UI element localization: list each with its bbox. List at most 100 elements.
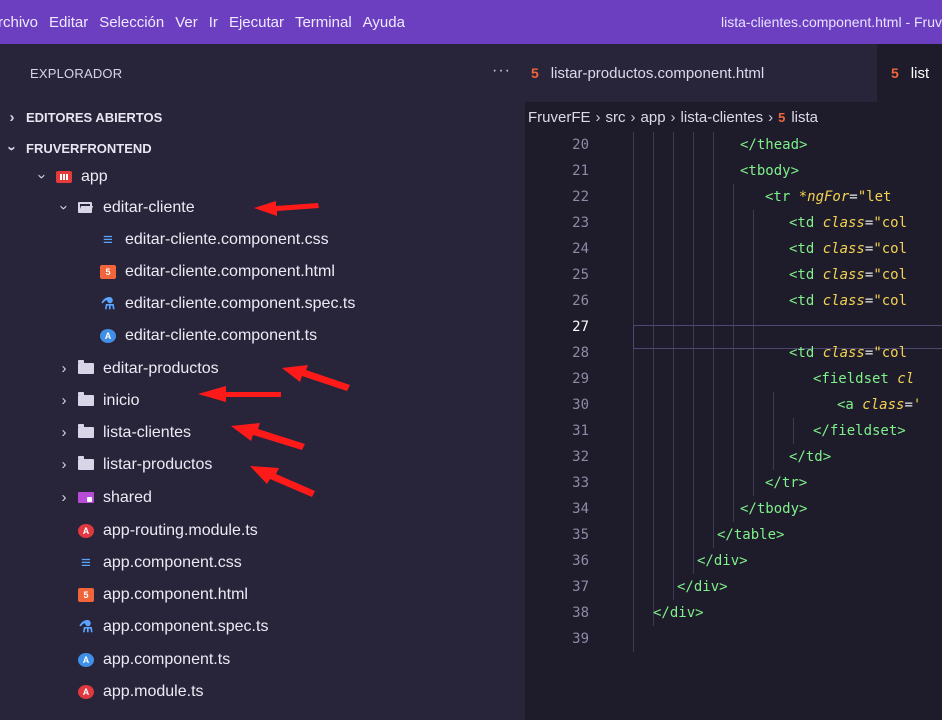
shared-folder-icon	[78, 492, 94, 503]
code-line-26: <td class="col	[789, 293, 908, 309]
line-number: 31	[572, 423, 589, 439]
breadcrumb-item[interactable]: lista	[791, 109, 818, 126]
code-line-38: </div>	[653, 605, 704, 621]
tree-item-lista-clientes[interactable]: › lista-clientes	[0, 417, 525, 448]
line-number-current: 27	[572, 319, 589, 335]
menu-terminal[interactable]: Terminal	[295, 14, 363, 31]
line-number: 20	[572, 137, 589, 153]
section-project[interactable]: › FRUVERFRONTEND	[0, 133, 525, 164]
code-line-28: <td class="col	[789, 345, 908, 361]
line-number: 22	[572, 189, 589, 205]
code-line-34: </tbody>	[740, 501, 808, 517]
explorer-sidebar: EXPLORADOR ··· › EDITORES ABIERTOS › FRU…	[0, 44, 525, 720]
tree-item-label: listar-productos	[103, 455, 213, 473]
menu-ayuda[interactable]: Ayuda	[363, 14, 416, 31]
tab-listar-productos[interactable]: 5 listar-productos.component.html	[531, 44, 764, 102]
chevron-down-icon: ›	[3, 146, 21, 151]
line-number: 35	[572, 527, 589, 543]
tree-item-label: editar-cliente.component.ts	[125, 326, 318, 344]
tree-item-app-html[interactable]: 5 app.component.html	[0, 579, 525, 610]
editor-tabs: 5 listar-productos.component.html 5 list	[525, 44, 942, 102]
tree-item-label: app.module.ts	[103, 682, 204, 700]
tree-item-editar-cliente-spec[interactable]: ⚗ editar-cliente.component.spec.ts	[0, 288, 525, 319]
tree-item-app-spec[interactable]: ⚗ app.component.spec.ts	[0, 611, 525, 642]
tree-item-listar-productos[interactable]: › listar-productos	[0, 449, 525, 480]
folder-icon	[78, 360, 94, 374]
tree-item-inicio[interactable]: › inicio	[0, 385, 525, 416]
code-line-24: <td class="col	[789, 241, 908, 257]
line-number: 36	[572, 553, 589, 569]
line-number: 30	[572, 397, 589, 413]
tree-item-shared[interactable]: › shared	[0, 482, 525, 513]
line-number: 21	[572, 163, 589, 179]
breadcrumb-item[interactable]: app	[641, 109, 666, 126]
tree-item-app[interactable]: › app	[0, 161, 525, 192]
css-file-icon: ≡	[81, 552, 91, 572]
code-line-33: </tr>	[765, 475, 808, 491]
tree-item-app-css[interactable]: ≡ app.component.css	[0, 547, 525, 578]
html-file-icon: 5	[78, 587, 94, 602]
explorer-header: EXPLORADOR ···	[0, 44, 525, 102]
code-editor: 5 listar-productos.component.html 5 list…	[525, 44, 942, 720]
chevron-right-icon: ›	[61, 489, 67, 506]
code-line-20: </thead>	[740, 137, 808, 153]
breadcrumb-item[interactable]: lista-clientes	[681, 109, 764, 126]
menu-ejecutar[interactable]: Ejecutar	[229, 14, 295, 31]
breadcrumb-item[interactable]: FruverFE	[528, 109, 591, 126]
code-area[interactable]: 20 21 22 23 24 25 26 27 28 29 30 31 32 3…	[525, 132, 942, 720]
html-file-icon: 5	[100, 264, 116, 279]
line-number: 33	[572, 475, 589, 491]
code-line-32: </td>	[789, 449, 832, 465]
tree-item-label: editar-cliente.component.spec.ts	[125, 294, 356, 312]
tree-item-label: shared	[103, 488, 152, 506]
tree-item-app-ts[interactable]: A app.component.ts	[0, 644, 525, 675]
tree-item-editar-productos[interactable]: › editar-productos	[0, 353, 525, 384]
section-open-editors[interactable]: › EDITORES ABIERTOS	[0, 102, 525, 133]
tree-item-app-routing[interactable]: A app-routing.module.ts	[0, 515, 525, 546]
code-line-35: </table>	[717, 527, 785, 543]
menu-seleccion[interactable]: Selección	[99, 14, 175, 31]
code-line-36: </div>	[697, 553, 748, 569]
test-flask-icon: ⚗	[78, 618, 94, 636]
tree-item-editar-cliente[interactable]: › editar-cliente	[0, 192, 525, 223]
tree-item-editar-cliente-ts[interactable]: A editar-cliente.component.ts	[0, 320, 525, 351]
tree-item-label: editar-productos	[103, 359, 219, 377]
line-number: 39	[572, 631, 589, 647]
chevron-right-icon: ›	[670, 108, 676, 126]
tree-item-editar-cliente-css[interactable]: ≡ editar-cliente.component.css	[0, 224, 525, 255]
tree-item-label: app.component.ts	[103, 650, 231, 668]
tree-item-editar-cliente-html[interactable]: 5 editar-cliente.component.html	[0, 256, 525, 287]
menu-ver[interactable]: Ver	[175, 14, 209, 31]
line-number: 23	[572, 215, 589, 231]
tree-item-label: app.component.html	[103, 585, 248, 603]
tab-lista-clientes[interactable]: 5 list	[877, 44, 942, 102]
folder-icon	[78, 456, 94, 470]
code-line-37: </div>	[677, 579, 728, 595]
breadcrumb-item[interactable]: src	[606, 109, 626, 126]
section-label: FRUVERFRONTEND	[26, 141, 152, 156]
tree-item-label: app-routing.module.ts	[103, 521, 258, 539]
menu-ir[interactable]: Ir	[209, 14, 229, 31]
more-actions-icon[interactable]: ···	[492, 62, 511, 80]
tab-label: listar-productos.component.html	[550, 64, 765, 82]
angular-component-icon: A	[100, 328, 116, 343]
chevron-right-icon: ›	[61, 360, 67, 377]
chevron-down-icon: ›	[55, 205, 73, 210]
menu-archivo[interactable]: rchivo	[0, 14, 49, 31]
chevron-right-icon: ›	[61, 424, 67, 441]
test-flask-icon: ⚗	[100, 295, 116, 313]
code-line-22: <tr *ngFor="let	[765, 189, 892, 205]
line-number: 29	[572, 371, 589, 387]
folder-open-icon	[78, 202, 94, 213]
folder-icon	[78, 424, 94, 438]
code-line-21: <tbody>	[740, 163, 800, 179]
tree-item-label: app.component.spec.ts	[103, 617, 269, 635]
tree-item-app-module[interactable]: A app.module.ts	[0, 676, 525, 707]
menu-editar[interactable]: Editar	[49, 14, 99, 31]
chevron-right-icon: ›	[61, 392, 67, 409]
line-number: 38	[572, 605, 589, 621]
code-line-29: <fieldset cl	[813, 371, 915, 387]
explorer-title: EXPLORADOR	[30, 65, 123, 81]
line-number: 26	[572, 293, 589, 309]
section-label: EDITORES ABIERTOS	[26, 110, 163, 125]
